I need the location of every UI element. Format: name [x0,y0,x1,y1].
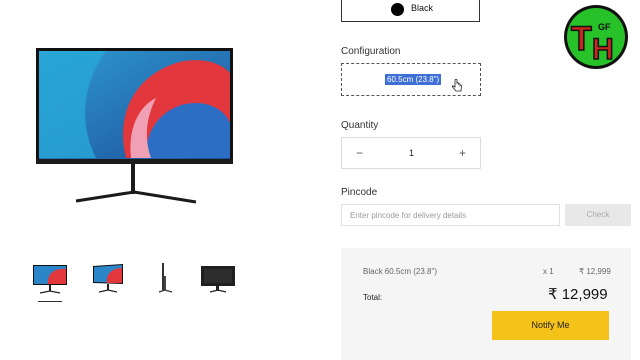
svg-text:T: T [571,20,592,58]
summary-item: Black 60.5cm (23.8") [363,267,437,276]
color-option-label: Black [411,3,434,13]
summary-total-value: ₹ 12,999 [548,286,608,303]
color-option-black[interactable]: Black [341,0,480,22]
plus-icon[interactable]: + [459,146,466,160]
configuration-option[interactable]: 60.5cm (23.8") [341,63,481,96]
thumbnail-active-underline [38,301,62,302]
thumbnail-back[interactable] [200,262,236,298]
quantity-heading: Quantity [341,120,379,131]
configuration-heading: Configuration [341,46,401,57]
product-main-image [36,48,233,204]
thumbnail-back-image [201,266,235,293]
thumbnail-angle-image [93,264,123,293]
notify-me-button[interactable]: Notify Me [492,311,609,340]
minus-icon[interactable]: − [356,146,363,160]
thumbnail-front-image [33,265,67,294]
check-button[interactable]: Check [565,204,631,226]
pincode-heading: Pincode [341,187,378,198]
order-summary: Black 60.5cm (23.8") x 1 ₹ 12,999 Total:… [341,248,631,360]
quantity-stepper[interactable]: − 1 + [341,137,481,169]
thumbnail-side-image [158,263,173,293]
thumbnail-angle[interactable] [90,262,126,298]
pointer-cursor-icon [452,79,462,92]
thumbnail-side[interactable] [150,262,180,298]
pincode-input[interactable]: Enter pincode for delivery details [341,204,560,226]
configuration-option-label: 60.5cm (23.8") [385,74,442,85]
summary-qty: x 1 [543,267,554,276]
summary-total-label: Total: [363,293,383,302]
channel-logo: T H GF [564,5,628,69]
summary-price: ₹ 12,999 [579,267,611,276]
quantity-value: 1 [409,148,415,158]
svg-text:GF: GF [598,22,611,32]
thumbnail-front[interactable] [32,262,68,302]
svg-text:H: H [592,33,614,66]
color-dot-icon [391,3,404,16]
